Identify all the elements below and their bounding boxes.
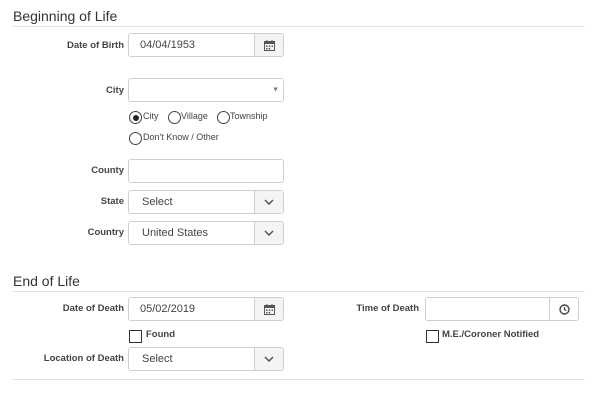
found-checkbox[interactable] <box>129 330 142 343</box>
country-select[interactable]: United States <box>128 221 284 245</box>
country-select-value: United States <box>142 227 209 239</box>
country-label: Country <box>87 227 124 238</box>
radio-city[interactable] <box>129 111 142 124</box>
time-of-death-field[interactable] <box>425 297 579 321</box>
radio-dont-know-other-label: Don't Know / Other <box>143 132 219 142</box>
me-coroner-notified-checkbox[interactable] <box>426 330 439 343</box>
me-coroner-notified-label: M.E./Coroner Notified <box>442 329 540 340</box>
date-of-birth-field[interactable]: 04/04/1953 <box>128 33 284 57</box>
radio-dont-know-other[interactable] <box>129 132 142 145</box>
caret-down-icon: ▼ <box>272 86 279 94</box>
state-select[interactable]: Select <box>128 190 284 214</box>
time-of-death-label: Time of Death <box>356 303 419 314</box>
section-divider <box>13 26 585 27</box>
calendar-icon[interactable] <box>254 298 283 320</box>
radio-township[interactable] <box>217 111 230 124</box>
date-of-death-field[interactable]: 05/02/2019 <box>128 297 284 321</box>
calendar-icon[interactable] <box>254 34 283 56</box>
date-of-death-value: 05/02/2019 <box>140 303 196 315</box>
date-of-death-label: Date of Death <box>62 303 124 314</box>
date-of-birth-label: Date of Birth <box>67 40 124 51</box>
section-title-end-of-life: End of Life <box>13 273 80 289</box>
section-divider <box>13 291 585 292</box>
section-title-beginning-of-life: Beginning of Life <box>13 8 118 24</box>
location-of-death-select-value: Select <box>142 353 173 365</box>
chevron-down-icon <box>254 191 283 213</box>
location-of-death-select[interactable]: Select <box>128 347 284 371</box>
date-of-birth-value: 04/04/1953 <box>140 39 196 51</box>
section-divider <box>13 379 585 380</box>
chevron-down-icon <box>254 222 283 244</box>
city-label: City <box>106 85 124 96</box>
state-label: State <box>100 196 124 207</box>
radio-village-label: Village <box>181 111 208 121</box>
radio-city-label: City <box>143 111 159 121</box>
chevron-down-icon <box>254 348 283 370</box>
clock-icon[interactable] <box>549 298 578 320</box>
location-of-death-label: Location of Death <box>43 353 124 364</box>
radio-township-label: Township <box>230 111 268 121</box>
county-label: County <box>91 165 124 176</box>
city-select[interactable]: ▼ <box>128 78 284 102</box>
found-label: Found <box>146 329 176 340</box>
state-select-value: Select <box>142 196 173 208</box>
county-input[interactable] <box>128 159 284 183</box>
radio-village[interactable] <box>168 111 181 124</box>
